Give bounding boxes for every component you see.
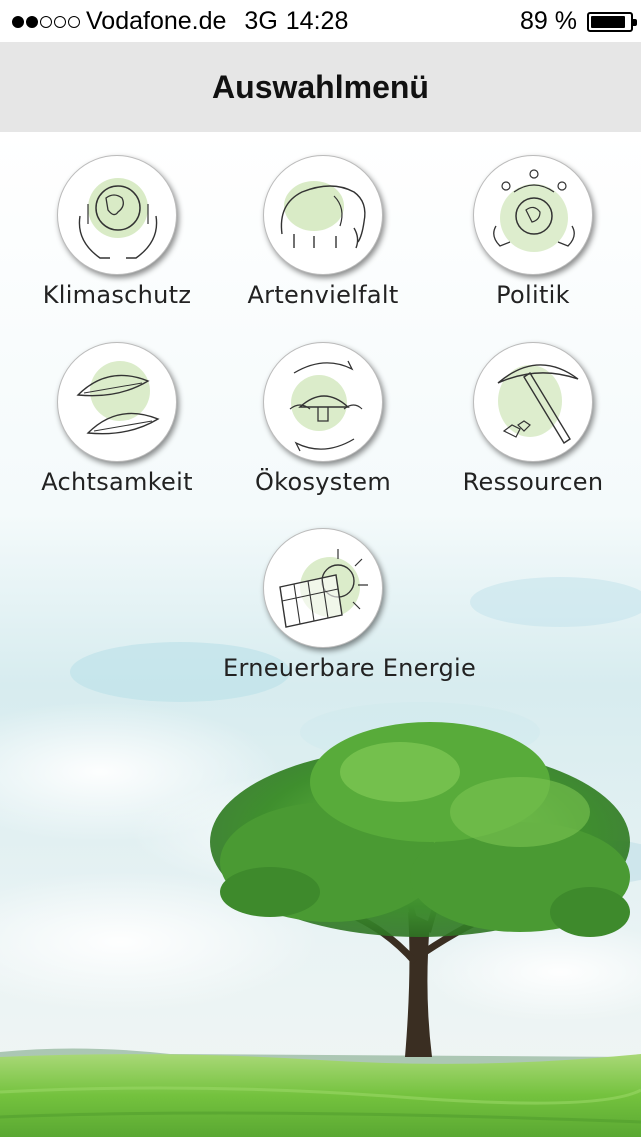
leaves-icon [57, 342, 177, 462]
menu-item-ressourcen[interactable]: Ressourcen [433, 342, 633, 496]
signal-strength-icon [12, 15, 80, 28]
solar-panel-icon [263, 528, 383, 648]
elephant-icon [263, 155, 383, 275]
status-bar: Vodafone.de 3G 14:28 89 % [0, 0, 641, 42]
mushroom-cycle-icon [263, 342, 383, 462]
menu-item-politik[interactable]: Politik [433, 155, 633, 309]
menu-item-label: Achtsamkeit [41, 468, 193, 496]
battery-fill [591, 15, 625, 28]
people-around-globe-icon [473, 155, 593, 275]
status-right: 89 % [520, 7, 637, 36]
menu-item-achtsamkeit[interactable]: Achtsamkeit [17, 342, 217, 496]
battery-icon [587, 11, 637, 32]
menu-item-label: Ökosystem [254, 468, 392, 496]
menu-item-oekosystem[interactable]: Ökosystem [223, 342, 423, 496]
clock: 14:28 [285, 7, 349, 35]
menu-item-label: Artenvielfalt [247, 281, 399, 309]
carrier-name: Vodafone.de [86, 7, 227, 35]
pickaxe-icon [473, 342, 593, 462]
hands-globe-icon [57, 155, 177, 275]
battery-percent: 89 % [520, 7, 577, 35]
menu-item-erneuerbare-energie[interactable]: Erneuerbare Energie [223, 528, 477, 682]
menu-item-label: Politik [496, 281, 570, 309]
menu-item-klimaschutz[interactable]: Klimaschutz [17, 155, 217, 309]
status-left: Vodafone.de 3G 14:28 [12, 7, 348, 36]
menu-item-artenvielfalt[interactable]: Artenvielfalt [223, 155, 423, 309]
navigation-bar: Auswahlmenü [0, 42, 641, 132]
menu-item-label: Erneuerbare Energie [223, 654, 477, 682]
page-title: Auswahlmenü [212, 68, 429, 105]
menu-item-label: Ressourcen [462, 468, 604, 496]
menu-item-label: Klimaschutz [42, 281, 192, 309]
network-type: 3G [244, 7, 278, 35]
